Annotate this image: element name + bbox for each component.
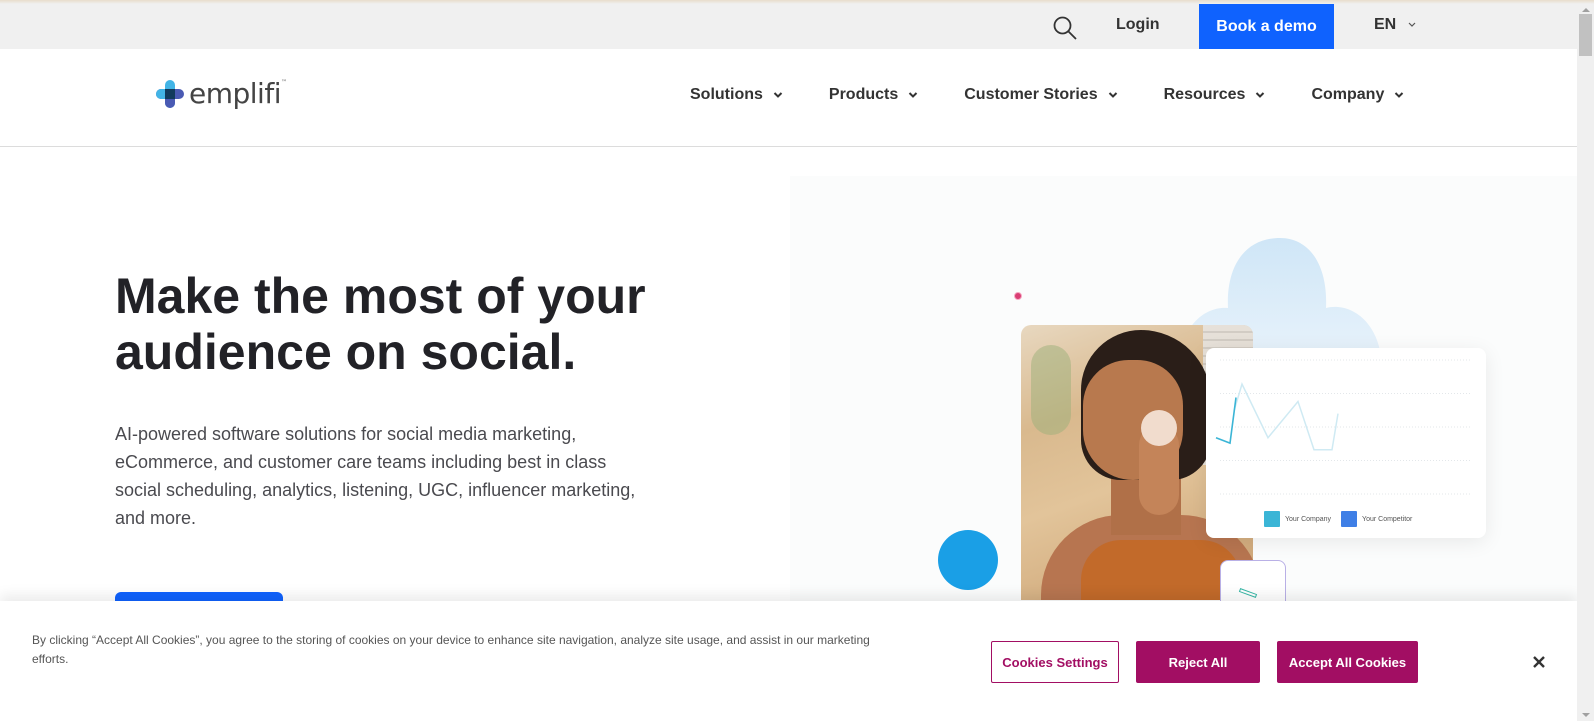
login-link[interactable]: Login (1116, 16, 1160, 34)
your-competitor-logo-icon (1341, 511, 1358, 527)
cookie-notice-text: By clicking “Accept All Cookies”, you ag… (32, 633, 870, 666)
nav-item-company[interactable]: Company (1311, 86, 1404, 104)
pink-dot-decoration (1014, 292, 1022, 300)
comparison-chart-card: Your Company Your Competitor (1206, 348, 1486, 538)
mini-chart (1215, 359, 1472, 495)
legend-item-your-company: Your Company (1264, 511, 1331, 527)
nav-item-label: Customer Stories (964, 86, 1098, 103)
legend-label: Your Company (1285, 515, 1332, 523)
nav-item-label: Resources (1163, 86, 1246, 103)
scroll-down-arrow-icon[interactable] (1582, 713, 1590, 717)
language-selector[interactable]: EN (1374, 16, 1416, 34)
cookie-banner: By clicking “Accept All Cookies”, you ag… (0, 601, 1577, 721)
logo-mark-icon (156, 80, 184, 108)
chevron-down-icon (909, 92, 918, 98)
blue-circle-decoration (938, 530, 998, 590)
main-nav: emplifi™ Solutions Products Customer Sto… (0, 49, 1577, 147)
vertical-scrollbar[interactable] (1577, 4, 1594, 721)
chevron-down-icon (1395, 92, 1404, 98)
scrollbar-thumb[interactable] (1579, 14, 1592, 56)
hero-description: AI-powered software solutions for social… (115, 424, 636, 528)
nav-item-products[interactable]: Products (829, 86, 918, 104)
legend-label: Your Competitor (1362, 515, 1413, 523)
book-demo-button[interactable]: Book a demo (1199, 4, 1334, 49)
nav-item-resources[interactable]: Resources (1164, 86, 1266, 104)
nav-item-solutions[interactable]: Solutions (690, 86, 783, 104)
logo-text: emplifi™ (189, 77, 287, 110)
nav-item-customer-stories[interactable]: Customer Stories (964, 86, 1117, 104)
chevron-down-icon (1108, 92, 1117, 98)
language-label: EN (1374, 16, 1397, 33)
nav-menu: Solutions Products Customer Stories Reso… (690, 86, 1450, 104)
scroll-up-arrow-icon[interactable] (1582, 8, 1590, 12)
accept-all-cookies-button[interactable]: Accept All Cookies (1277, 641, 1418, 683)
your-company-logo-icon (1264, 511, 1280, 527)
nav-item-label: Solutions (690, 86, 763, 103)
nav-item-label: Products (828, 86, 899, 103)
nav-item-label: Company (1311, 86, 1385, 103)
chevron-down-icon (773, 92, 783, 98)
hero-title: Make the most of your audience on social… (115, 268, 646, 380)
emplifi-logo[interactable]: emplifi™ (156, 77, 287, 110)
search-icon[interactable] (1052, 15, 1078, 41)
cookies-settings-button[interactable]: Cookies Settings (991, 641, 1119, 683)
reject-all-button[interactable]: Reject All (1136, 641, 1260, 683)
chevron-down-icon (1408, 22, 1416, 27)
page: Login Book a demo EN emplifi™ Solutions … (0, 0, 1594, 721)
browser-edge (0, 0, 1594, 4)
chevron-down-icon (1256, 92, 1265, 98)
utility-bar: Login Book a demo EN (0, 4, 1577, 49)
legend-item-your-competitor: Your Competitor (1341, 511, 1412, 527)
chart-legend: Your Company Your Competitor (1264, 511, 1412, 527)
close-icon[interactable] (1531, 654, 1547, 670)
your-company-series-line (1215, 397, 1237, 445)
